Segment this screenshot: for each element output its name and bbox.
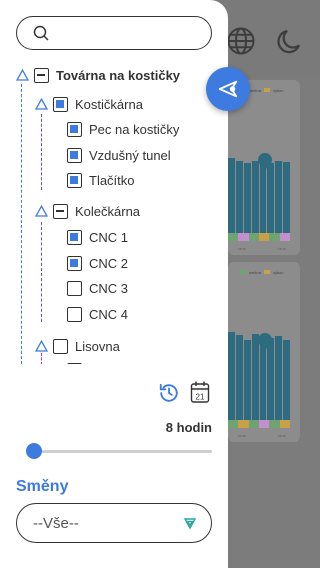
tree-guide-line (21, 84, 22, 364)
calendar-icon: 21 (190, 381, 210, 403)
tree-checkbox[interactable] (67, 121, 82, 137)
tree-node-cnc-4[interactable]: CNC 4 (67, 304, 128, 324)
legend-label: směna (249, 88, 262, 93)
legend-label: výkon (273, 88, 284, 93)
tree-node-label: Tlačítko (89, 172, 135, 188)
navigation-drawer: Továrna na kostičky Kostičkárna Pec na k… (0, 0, 228, 568)
tree-checkbox[interactable] (67, 255, 82, 271)
tree-checkbox[interactable] (34, 67, 49, 83)
tree-checkbox[interactable] (53, 203, 68, 219)
tree-checkbox[interactable] (67, 229, 82, 245)
tree-node-lisovna[interactable]: Lisovna (35, 336, 120, 356)
tree-node-label: Kostičkárna (75, 96, 143, 112)
shifts-select[interactable]: --Vše-- (16, 503, 212, 543)
expand-triangle-icon[interactable] (35, 205, 48, 217)
tree-node-tovarna[interactable]: Továrna na kostičky (16, 65, 180, 85)
facility-tree: Továrna na kostičky Kostičkárna Pec na k… (0, 62, 228, 364)
send-icon (218, 80, 238, 98)
expand-triangle-icon[interactable] (35, 340, 48, 352)
legend-label: směna (249, 270, 262, 275)
tree-checkbox[interactable] (67, 280, 82, 296)
shifts-title: Směny (16, 478, 69, 495)
tree-node-vzdusny-tunel[interactable]: Vzdušný tunel (67, 145, 171, 165)
calendar-button[interactable]: 21 (190, 380, 210, 404)
tree-node-cnc-2[interactable]: CNC 2 (67, 253, 128, 273)
tree-node-kostickarna[interactable]: Kostičkárna (35, 94, 143, 114)
expand-triangle-icon[interactable] (35, 98, 48, 110)
tree-node-partial-row[interactable] (67, 360, 89, 364)
globe-icon[interactable] (226, 26, 256, 56)
chart-card-2: směna výkon 15:30 15:40 (228, 262, 300, 442)
chevron-down-icon (183, 518, 197, 530)
search-icon (33, 25, 49, 41)
tree-node-cnc-3[interactable]: CNC 3 (67, 278, 128, 298)
time-range-slider[interactable] (28, 450, 212, 453)
x-tick-label: 15:40 (278, 434, 286, 438)
tree-checkbox[interactable] (53, 96, 68, 112)
history-icon[interactable] (158, 382, 180, 404)
tree-node-label: CNC 2 (89, 255, 129, 271)
tree-node-label: Lisovna (75, 338, 120, 354)
tree-checkbox[interactable] (67, 306, 82, 322)
tree-node-label: CNC 1 (89, 229, 129, 245)
tree-node-label: Továrna na kostičky (56, 67, 181, 83)
shifts-selected-value: --Vše-- (33, 515, 79, 532)
tree-checkbox[interactable] (67, 172, 82, 188)
tree-node-cnc-1[interactable]: CNC 1 (67, 227, 128, 247)
tree-checkbox[interactable] (53, 338, 68, 354)
tree-node-label: Pec na kostičky (89, 121, 180, 137)
tree-node-label: Kolečkárna (75, 203, 141, 219)
tree-checkbox[interactable] (67, 362, 82, 364)
hours-label: 8 hodin (165, 420, 212, 435)
tree-node-label: CNC 4 (89, 306, 129, 322)
moon-icon[interactable] (274, 26, 304, 56)
tree-node-tlacitko[interactable]: Tlačítko (67, 170, 135, 190)
search-input[interactable] (16, 16, 212, 50)
calendar-day: 21 (196, 393, 205, 402)
slider-thumb[interactable] (26, 443, 42, 459)
tree-checkbox[interactable] (67, 147, 82, 163)
tree-node-label: CNC 3 (89, 280, 129, 296)
legend-label: výkon (273, 270, 284, 275)
tree-guide-line (41, 114, 42, 190)
expand-triangle-icon[interactable] (16, 69, 29, 81)
tree-node-koleckarna[interactable]: Kolečkárna (35, 201, 140, 221)
tree-node-label: Vzdušný tunel (89, 147, 171, 163)
tree-node-pec[interactable]: Pec na kostičky (67, 119, 179, 139)
x-tick-label: 15:40 (278, 247, 286, 251)
send-button[interactable] (206, 67, 250, 111)
tree-guide-line (41, 222, 42, 322)
chart-legend: směna výkon (240, 270, 283, 276)
